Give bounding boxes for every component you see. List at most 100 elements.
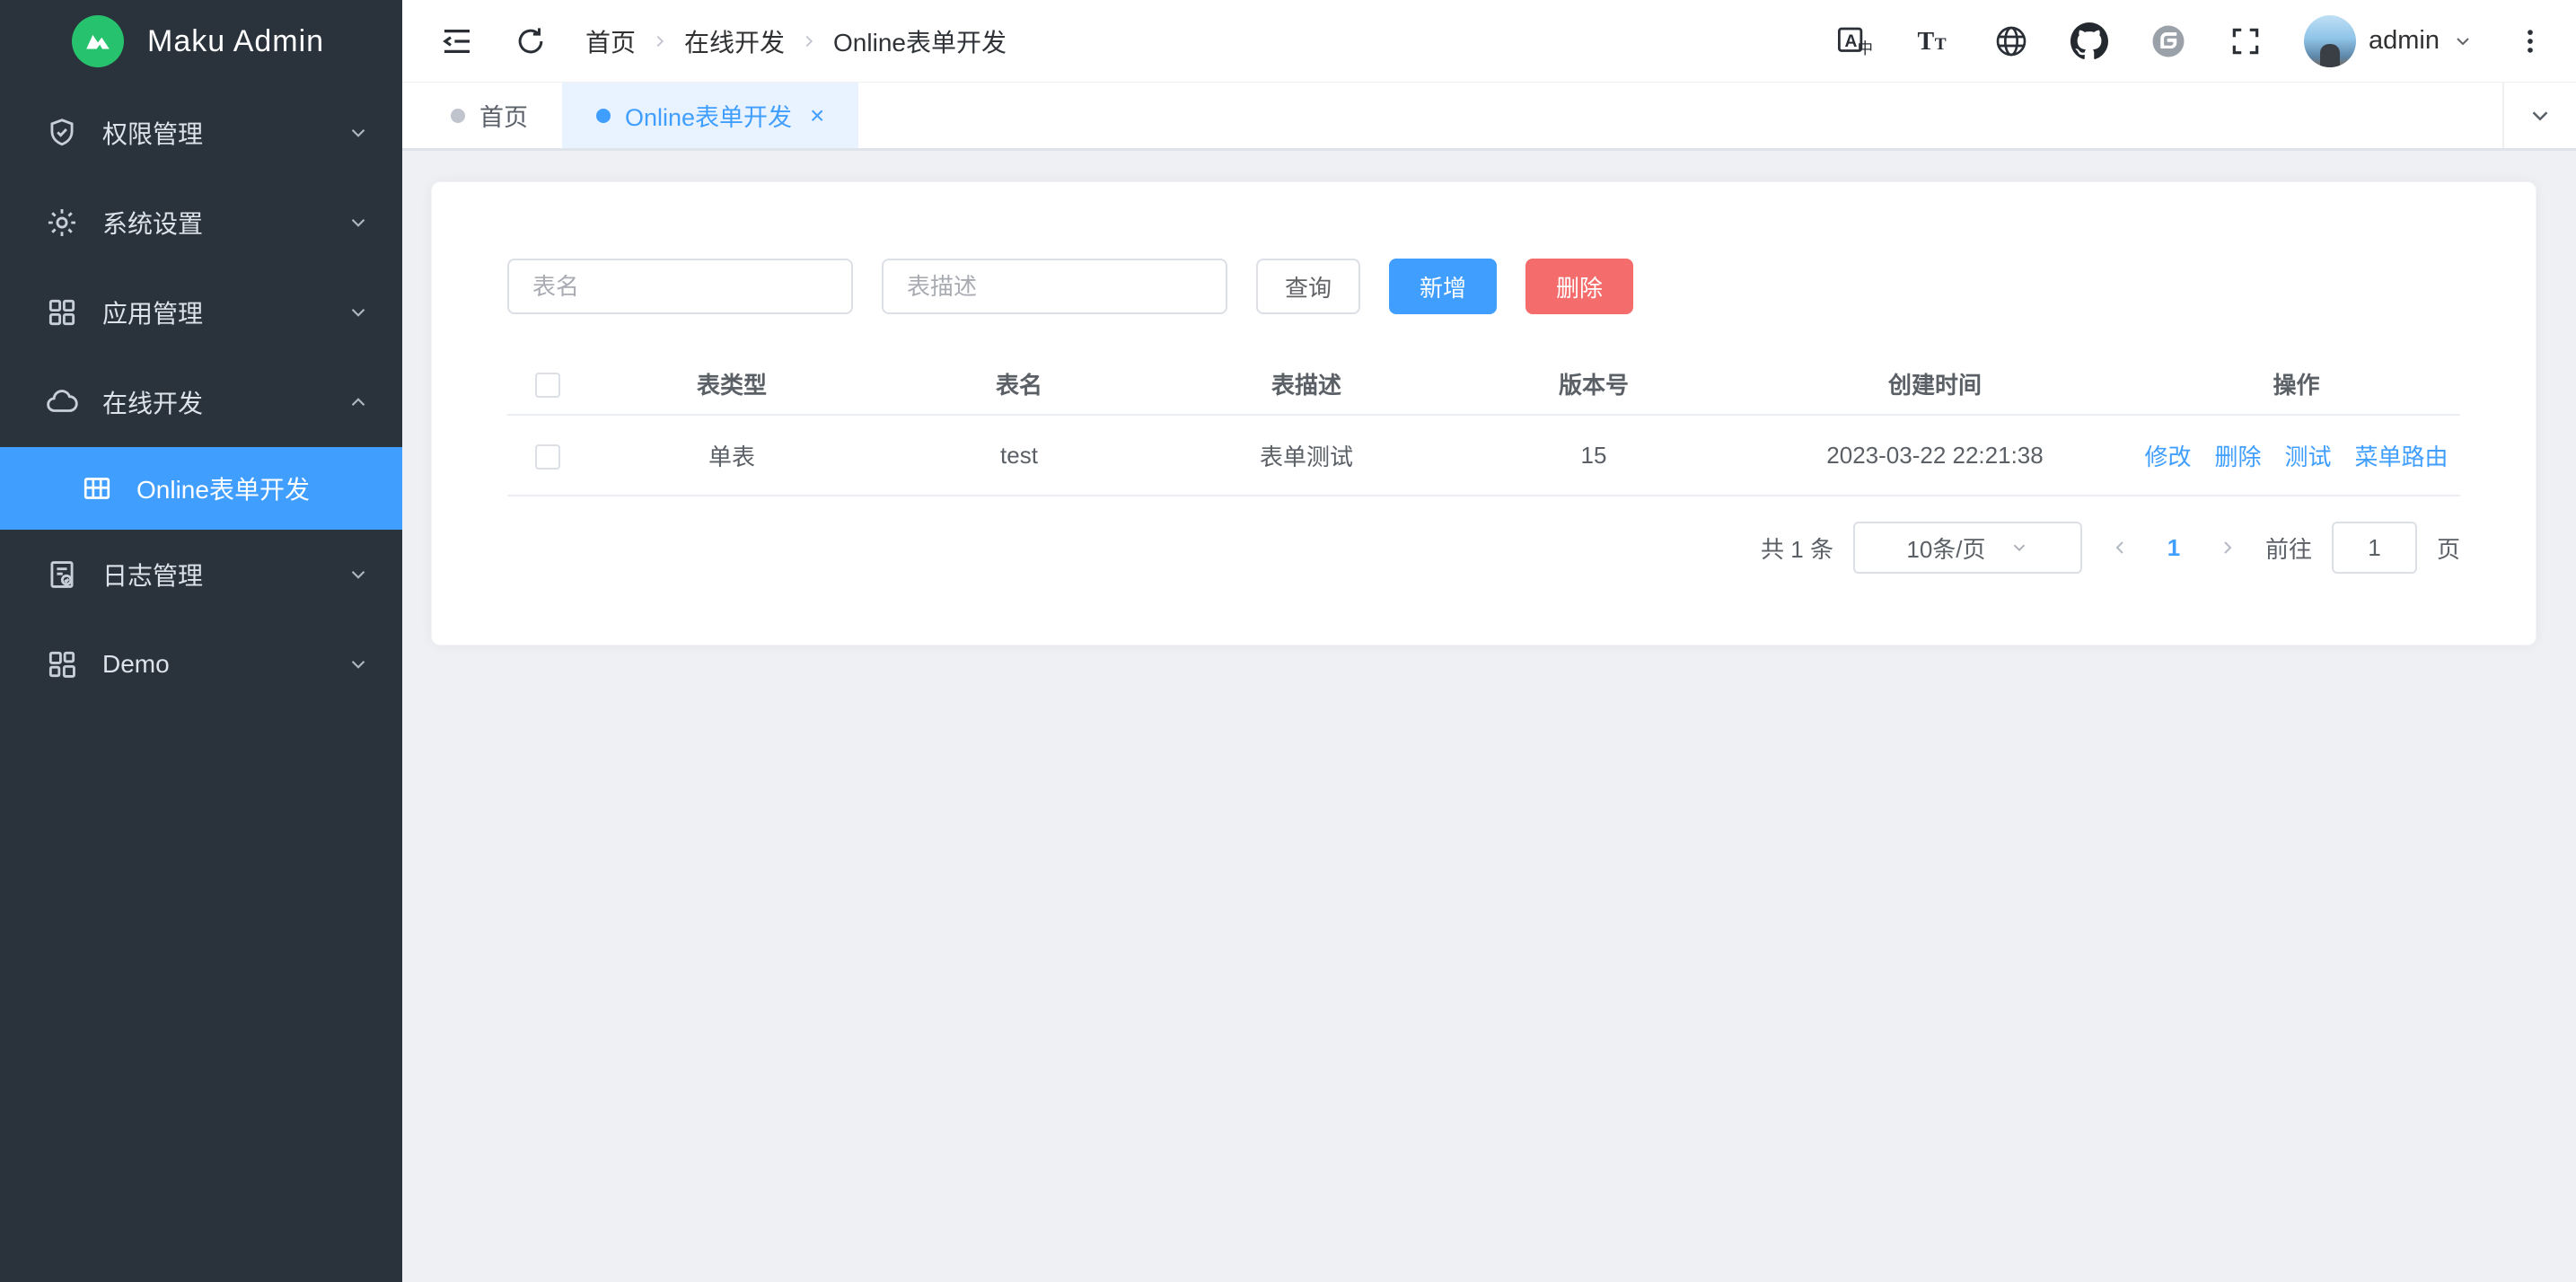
goto-label: 前往 xyxy=(2265,531,2312,565)
delete-button[interactable]: 删除 xyxy=(1525,259,1633,314)
header-right: A中 TT xyxy=(1835,15,2545,67)
tab-options-button[interactable] xyxy=(2502,83,2576,148)
column-header: 创建时间 xyxy=(1737,354,2132,415)
tab-dot-icon xyxy=(596,109,611,123)
cell-version: 15 xyxy=(1450,415,1737,496)
tab-label: 首页 xyxy=(479,98,528,133)
app-title: Maku Admin xyxy=(147,24,324,59)
top-header: 首页 在线开发 Online表单开发 A中 TT xyxy=(402,0,2576,83)
table-icon xyxy=(81,472,113,505)
row-checkbox[interactable] xyxy=(535,444,560,470)
svg-text:A: A xyxy=(1845,32,1858,51)
breadcrumb-current: Online表单开发 xyxy=(833,23,1007,59)
chevron-down-icon xyxy=(347,653,370,676)
font-size-button[interactable]: TT xyxy=(1914,22,1952,60)
cell-table-name: test xyxy=(875,415,1163,496)
more-settings-button[interactable] xyxy=(2515,26,2545,57)
gitee-button[interactable] xyxy=(2150,22,2187,60)
chevron-up-icon xyxy=(347,391,370,414)
sidebar-item-log-management[interactable]: 日志管理 xyxy=(0,530,402,619)
goto-page-input[interactable] xyxy=(2332,522,2417,574)
header-left: 首页 在线开发 Online表单开发 xyxy=(438,22,1007,60)
cell-created-time: 2023-03-22 22:21:38 xyxy=(1737,415,2132,496)
translate-icon: A中 xyxy=(1835,22,1873,60)
next-page-button[interactable] xyxy=(2210,537,2246,558)
svg-text:中: 中 xyxy=(1858,40,1874,57)
github-button[interactable] xyxy=(2070,22,2108,60)
sidebar-item-label: 系统设置 xyxy=(102,205,347,241)
collapse-sidebar-button[interactable] xyxy=(438,22,476,60)
data-table: 表类型 表名 表描述 版本号 创建时间 操作 单表 test 表单测试 15 xyxy=(507,354,2460,496)
apps-icon xyxy=(45,647,79,681)
delete-link[interactable]: 删除 xyxy=(2214,439,2261,472)
sidebar-item-online-dev[interactable]: 在线开发 xyxy=(0,357,402,447)
chevron-down-icon xyxy=(2009,538,2029,558)
globe-icon xyxy=(1993,23,2029,59)
close-tab-icon[interactable]: × xyxy=(810,103,824,128)
sidebar-item-label: 日志管理 xyxy=(102,557,347,593)
tab-dot-icon xyxy=(451,109,465,123)
username: admin xyxy=(2369,26,2440,56)
gear-icon xyxy=(45,206,79,240)
svg-text:T: T xyxy=(1935,34,1947,53)
breadcrumb-online-dev[interactable]: 在线开发 xyxy=(684,23,785,59)
breadcrumb-home[interactable]: 首页 xyxy=(585,23,636,59)
sidebar-item-label: Demo xyxy=(102,650,347,679)
sidebar-item-permissions[interactable]: 权限管理 xyxy=(0,88,402,178)
language-button[interactable] xyxy=(1993,23,2029,59)
gitee-icon xyxy=(2150,22,2187,60)
tab-online-form-dev[interactable]: Online表单开发 × xyxy=(562,83,858,148)
sidebar-item-demo[interactable]: Demo xyxy=(0,619,402,709)
chevron-down-icon xyxy=(347,563,370,586)
edit-link[interactable]: 修改 xyxy=(2144,439,2191,472)
chevron-down-icon xyxy=(2527,102,2554,129)
page-unit-label: 页 xyxy=(2437,531,2460,565)
sidebar-item-system-settings[interactable]: 系统设置 xyxy=(0,178,402,268)
add-button[interactable]: 新增 xyxy=(1389,259,1497,314)
sidebar-item-label: 应用管理 xyxy=(102,294,347,330)
github-icon xyxy=(2070,22,2108,60)
query-button[interactable]: 查询 xyxy=(1256,259,1360,314)
table-name-input[interactable] xyxy=(507,259,853,314)
shield-check-icon xyxy=(45,116,79,150)
table-desc-input[interactable] xyxy=(882,259,1227,314)
app-logo[interactable]: Maku Admin xyxy=(0,0,402,83)
fold-icon xyxy=(438,22,476,60)
row-actions: 修改 删除 测试 菜单路由 xyxy=(2132,439,2460,472)
content-card: 查询 新增 删除 表类型 表名 表描述 版本号 创建时间 操作 xyxy=(431,181,2536,645)
column-header: 表类型 xyxy=(588,354,875,415)
breadcrumb: 首页 在线开发 Online表单开发 xyxy=(585,23,1007,59)
select-all-checkbox[interactable] xyxy=(535,373,560,398)
sidebar-item-app-management[interactable]: 应用管理 xyxy=(0,268,402,357)
prev-page-button[interactable] xyxy=(2102,537,2138,558)
user-menu[interactable]: admin xyxy=(2304,15,2474,67)
translate-button[interactable]: A中 xyxy=(1835,22,1873,60)
document-check-icon xyxy=(45,558,79,592)
grid-icon xyxy=(45,295,79,329)
tab-home[interactable]: 首页 xyxy=(417,83,562,148)
avatar[interactable] xyxy=(2304,15,2356,67)
page-size-value: 10条/页 xyxy=(1906,531,1985,565)
refresh-button[interactable] xyxy=(514,24,548,58)
fullscreen-icon xyxy=(2229,24,2263,58)
main-column: 首页 在线开发 Online表单开发 A中 TT xyxy=(402,0,2576,1282)
table-row: 单表 test 表单测试 15 2023-03-22 22:21:38 修改 删… xyxy=(507,415,2460,496)
chevron-down-icon xyxy=(347,121,370,145)
tabs: 首页 Online表单开发 × xyxy=(402,83,2502,148)
page-size-select[interactable]: 10条/页 xyxy=(1853,522,2082,574)
search-toolbar: 查询 新增 删除 xyxy=(507,259,2460,314)
sidebar: Maku Admin 权限管理 系统设置 应用管理 xyxy=(0,0,402,1282)
menu-route-link[interactable]: 菜单路由 xyxy=(2355,439,2449,472)
column-header: 表名 xyxy=(875,354,1163,415)
sidebar-item-online-form-dev[interactable]: Online表单开发 xyxy=(0,447,402,530)
table-header-row: 表类型 表名 表描述 版本号 创建时间 操作 xyxy=(507,354,2460,415)
current-page[interactable]: 1 xyxy=(2158,534,2190,562)
chevron-right-icon xyxy=(799,31,819,51)
fullscreen-button[interactable] xyxy=(2229,24,2263,58)
test-link[interactable]: 测试 xyxy=(2285,439,2332,472)
kebab-menu-icon xyxy=(2515,26,2545,57)
column-header: 版本号 xyxy=(1450,354,1737,415)
column-header: 表描述 xyxy=(1163,354,1450,415)
sidebar-item-label: 在线开发 xyxy=(102,384,347,420)
font-size-icon: TT xyxy=(1914,22,1952,60)
